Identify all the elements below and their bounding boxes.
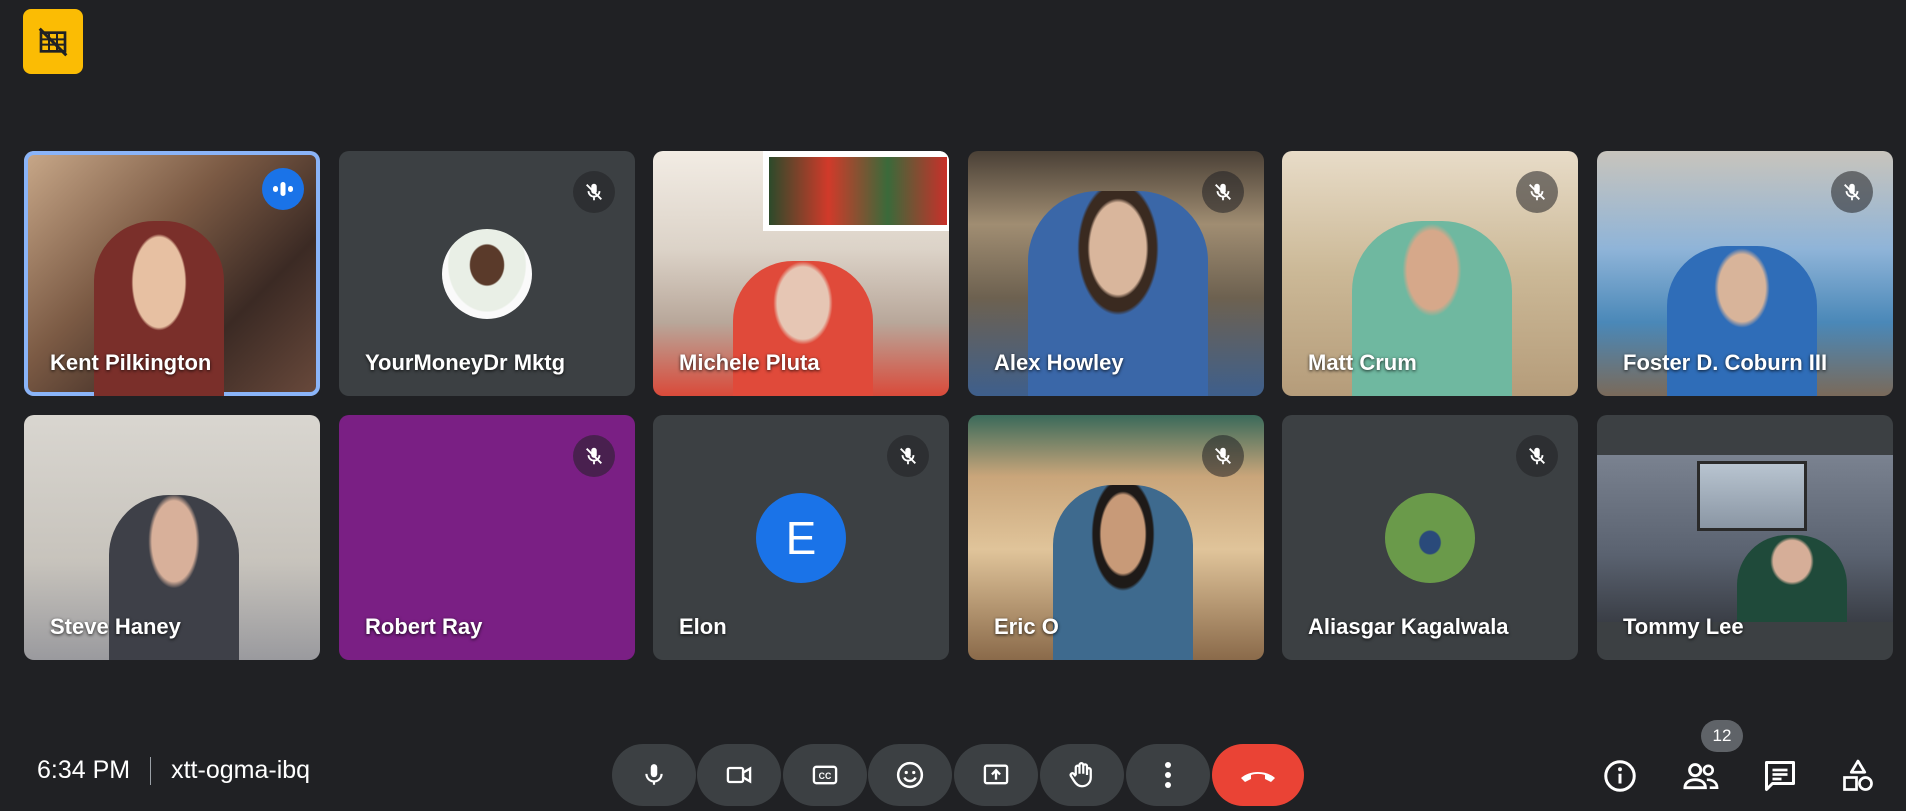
mic-button[interactable] <box>612 744 696 806</box>
participant-tile[interactable]: Tommy Lee <box>1597 415 1893 660</box>
video-feed <box>763 151 949 231</box>
mic-off-icon <box>573 435 615 477</box>
participant-name: Michele Pluta <box>679 350 820 375</box>
participant-tile[interactable]: Steve Haney <box>24 415 320 660</box>
mic-off-icon <box>1202 435 1244 477</box>
mic-icon <box>645 764 663 785</box>
chat-icon <box>1765 761 1795 791</box>
info-icon <box>1604 760 1636 792</box>
more-options-button[interactable] <box>1126 744 1210 806</box>
participant-name: Alex Howley <box>994 350 1124 375</box>
low-bandwidth-badge[interactable] <box>23 9 83 74</box>
participant-tile[interactable]: Kent Pilkington <box>24 151 320 396</box>
mic-off-icon <box>1831 171 1873 213</box>
participant-name: Matt Crum <box>1308 350 1417 375</box>
participant-tile[interactable]: Michele Pluta <box>653 151 949 396</box>
mic-off-icon <box>887 435 929 477</box>
participant-tile[interactable]: Foster D. Coburn III <box>1597 151 1893 396</box>
avatar: E <box>756 492 846 583</box>
reactions-button[interactable] <box>868 744 952 806</box>
captions-icon: CC <box>812 765 838 785</box>
more-options-icon <box>1165 762 1171 788</box>
no-video-grid-icon <box>38 27 68 56</box>
activities-button[interactable] <box>1836 754 1880 798</box>
present-icon <box>983 764 1009 785</box>
participant-name: Tommy Lee <box>1623 614 1744 639</box>
people-icon <box>1683 763 1719 790</box>
participant-tile[interactable]: Alex Howley <box>968 151 1264 396</box>
participant-tile[interactable]: Aliasgar Kagalwala <box>1282 415 1578 660</box>
mic-off-icon <box>573 171 615 213</box>
avatar <box>1385 492 1475 583</box>
camera-icon <box>726 766 752 784</box>
participant-tile[interactable]: YourMoneyDr Mktg <box>339 151 635 396</box>
participant-tile[interactable]: E Elon <box>653 415 949 660</box>
video-feed-person <box>1737 535 1847 622</box>
raise-hand-icon <box>1069 762 1092 788</box>
activities-icon <box>1843 759 1873 791</box>
participant-name: YourMoneyDr Mktg <box>365 350 566 375</box>
mic-off-icon <box>1516 435 1558 477</box>
captions-button[interactable]: CC <box>783 744 867 806</box>
present-button[interactable] <box>954 744 1038 806</box>
people-button[interactable] <box>1679 754 1723 798</box>
mic-off-icon <box>1516 171 1558 213</box>
participant-name: Steve Haney <box>50 614 181 639</box>
meeting-details-button[interactable] <box>1598 754 1642 798</box>
participant-name: Eric O <box>994 614 1059 639</box>
participant-tile[interactable]: Robert Ray <box>339 415 635 660</box>
svg-text:CC: CC <box>819 771 832 781</box>
divider <box>150 756 152 785</box>
video-feed <box>1597 455 1893 622</box>
avatar <box>442 228 532 319</box>
participant-tile[interactable]: Matt Crum <box>1282 151 1578 396</box>
video-feed-picture <box>1697 461 1807 531</box>
participant-name: Robert Ray <box>365 614 483 639</box>
raise-hand-button[interactable] <box>1040 744 1124 806</box>
video-feed <box>1053 485 1193 660</box>
end-call-button[interactable] <box>1212 744 1304 806</box>
participant-name: Kent Pilkington <box>50 350 212 375</box>
participant-count-badge: 12 <box>1701 720 1743 752</box>
end-call-icon <box>1241 772 1275 782</box>
meeting-code: xtt-ogma-ibq <box>171 756 311 784</box>
participant-tile[interactable]: Eric O <box>968 415 1264 660</box>
participant-name: Foster D. Coburn III <box>1623 350 1828 375</box>
participant-name: Elon <box>679 614 727 639</box>
emoji-icon <box>896 761 924 789</box>
meeting-time: 6:34 PM <box>37 756 131 784</box>
mic-off-icon <box>1202 171 1244 213</box>
chat-button[interactable] <box>1758 754 1802 798</box>
camera-button[interactable] <box>697 744 781 806</box>
speaking-indicator-icon <box>262 168 304 210</box>
participant-name: Aliasgar Kagalwala <box>1308 614 1509 639</box>
meeting-details: 6:34 PM xtt-ogma-ibq <box>37 756 310 785</box>
